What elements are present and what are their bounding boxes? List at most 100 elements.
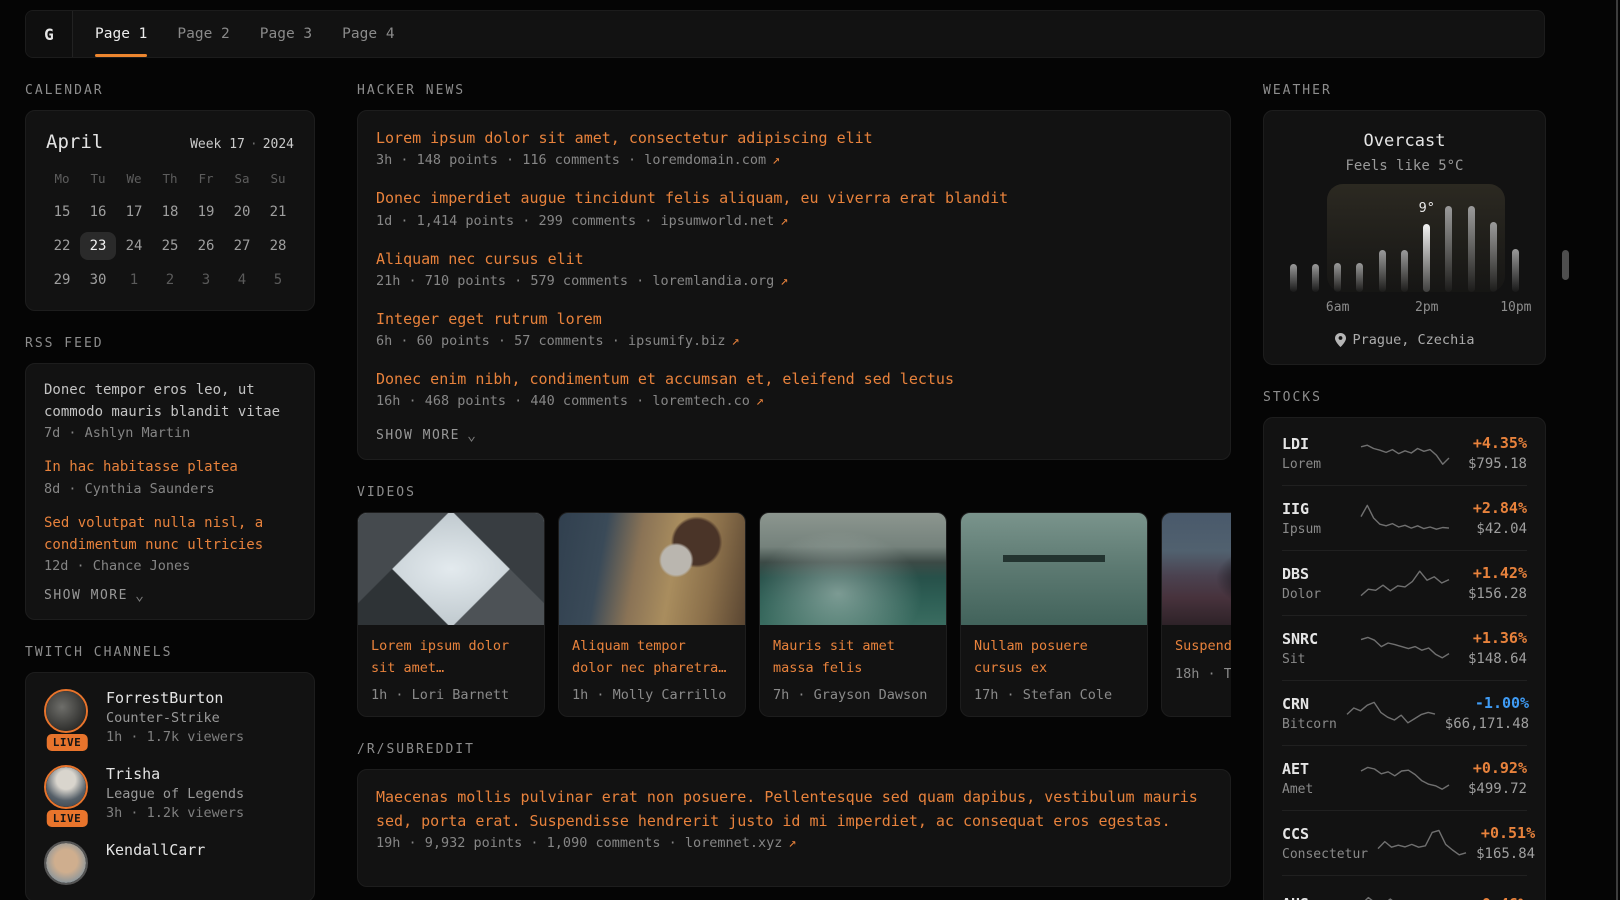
weather-chart: 9° [1282, 196, 1527, 292]
rss-item-title[interactable]: Sed volutpat nulla nisl, a condimentum n… [44, 513, 296, 556]
stock-name: Amet [1282, 782, 1351, 797]
right-column: WEATHER Overcast Feels like 5°C 9° 6am2p… [1263, 58, 1546, 900]
rss-item-title[interactable]: In hac habitasse platea [44, 457, 296, 479]
video-card[interactable]: Lorem ipsum dolor sit amet consectetu…1h… [357, 512, 545, 717]
hackernews-show-more-button[interactable]: SHOW MORE ⌄ [376, 428, 1212, 443]
stock-left: IIGIpsum [1282, 500, 1351, 537]
stock-left: DBSDolor [1282, 565, 1351, 602]
live-badge: LIVE [47, 734, 88, 751]
avatar[interactable] [44, 765, 88, 809]
video-title[interactable]: Lorem ipsum dolor sit amet consectetu… [371, 636, 531, 679]
weather-bar-cell: 9° [1416, 224, 1438, 292]
app-logo: G [26, 11, 73, 57]
twitch-channel-name[interactable]: ForrestBurton [106, 689, 244, 707]
twitch-channel-name[interactable]: Trisha [106, 765, 244, 783]
stock-price: $66,171.48 [1445, 716, 1529, 732]
rss-show-more-button[interactable]: SHOW MORE ⌄ [44, 588, 296, 603]
weather-bar [1401, 250, 1408, 292]
stock-row-iig[interactable]: IIGIpsum+2.84%$42.04 [1282, 485, 1527, 550]
video-meta: 18h · Tara [1175, 666, 1231, 682]
avatar-image [46, 767, 86, 807]
video-title[interactable]: Aliquam tempor dolor nec pharetra… [572, 636, 732, 679]
stock-change: +4.35% [1459, 434, 1528, 452]
hackernews-widget: Lorem ipsum dolor sit amet, consectetur … [357, 110, 1231, 460]
post-item: Lorem ipsum dolor sit amet, consectetur … [376, 127, 1212, 168]
tab-page-2[interactable]: Page 2 [177, 11, 229, 57]
video-card[interactable]: Nullam posuere cursus ex17h · Stefan Col… [960, 512, 1148, 717]
post-title-link[interactable]: Maecenas mollis pulvinar erat non posuer… [376, 786, 1212, 833]
tab-page-3[interactable]: Page 3 [260, 11, 312, 57]
twitch-channel-name[interactable]: KendallCarr [106, 841, 205, 859]
video-card[interactable]: Suspendisse diam 18h · Tara [1161, 512, 1231, 717]
twitch-channel-row[interactable]: LIVETrishaLeague of Legends3h · 1.2k vie… [44, 765, 296, 821]
stock-row-aet[interactable]: AETAmet+0.92%$499.72 [1282, 745, 1527, 810]
video-thumbnail-field [1162, 513, 1231, 625]
post-title-link[interactable]: Integer eget rutrum lorem [376, 308, 1212, 331]
post-title-link[interactable]: Lorem ipsum dolor sit amet, consectetur … [376, 127, 1212, 150]
calendar-day: 2 [152, 266, 188, 294]
weather-bar [1512, 249, 1519, 292]
weather-location: Prague, Czechia [1353, 332, 1475, 348]
video-title[interactable]: Suspendisse diam [1175, 636, 1231, 658]
tab-page-1[interactable]: Page 1 [95, 11, 147, 57]
stock-sparkline [1359, 566, 1451, 600]
twitch-widget: LIVEForrestBurtonCounter-Strike1h · 1.7k… [25, 672, 315, 900]
rss-section-header: RSS FEED [25, 336, 315, 351]
twitch-channel-row[interactable]: LIVEForrestBurtonCounter-Strike1h · 1.7k… [44, 689, 296, 745]
weather-bar [1334, 263, 1341, 292]
calendar-day: 1 [116, 266, 152, 294]
video-card[interactable]: Aliquam tempor dolor nec pharetra…1h · M… [558, 512, 746, 717]
post-meta-text: 19h · 9,932 points · 1,090 comments · lo… [376, 835, 782, 851]
post-item: Maecenas mollis pulvinar erat non posuer… [376, 786, 1212, 851]
avatar-image [46, 691, 86, 731]
stock-sparkline [1359, 436, 1451, 470]
current-temp-label: 9° [1419, 200, 1435, 216]
avatar-image [46, 843, 86, 883]
calendar-day: 29 [44, 266, 80, 294]
stocks-section-header: STOCKS [1263, 390, 1546, 405]
scrollbar-thumb[interactable] [1562, 250, 1569, 280]
weather-bar-cell [1349, 263, 1371, 292]
weather-time-label: 2pm [1415, 300, 1438, 315]
stock-name: Bitcorn [1282, 717, 1337, 732]
weather-feels-like: Feels like 5°C [1282, 158, 1527, 174]
avatar[interactable] [44, 689, 88, 733]
weather-location-row: Prague, Czechia [1282, 332, 1527, 348]
subreddit-section-header: /R/SUBREDDIT [357, 742, 1231, 757]
scrollbar-track[interactable] [1616, 0, 1618, 900]
calendar-grid: MoTuWeThFrSaSu15161718192021222324252627… [44, 167, 296, 294]
weather-bar-cell [1327, 263, 1349, 292]
rss-item: In hac habitasse platea8d · Cynthia Saun… [44, 457, 296, 497]
post-title-link[interactable]: Donec enim nibh, condimentum et accumsan… [376, 368, 1212, 391]
twitch-channel-row[interactable]: KendallCarr [44, 841, 296, 885]
stock-left: LDILorem [1282, 435, 1351, 472]
external-link-icon: ↗ [772, 152, 780, 168]
stock-row-ccs[interactable]: CCSConsectetur+0.51%$165.84 [1282, 810, 1527, 875]
stock-row-snrc[interactable]: SNRCSit+1.36%$148.64 [1282, 615, 1527, 680]
video-title[interactable]: Nullam posuere cursus ex [974, 636, 1134, 679]
stock-name: Dolor [1282, 587, 1351, 602]
post-title-link[interactable]: Donec imperdiet augue tincidunt felis al… [376, 187, 1212, 210]
twitch-channel-game: League of Legends [106, 786, 244, 802]
weather-bar-current [1423, 224, 1430, 292]
stock-left: CRNBitcorn [1282, 695, 1337, 732]
calendar-dow: We [116, 167, 152, 192]
avatar[interactable] [44, 841, 88, 885]
stock-row-dbs[interactable]: DBSDolor+1.42%$156.28 [1282, 550, 1527, 615]
calendar-day: 16 [80, 198, 116, 226]
stock-left: CCSConsectetur [1282, 825, 1368, 862]
stock-row-ahs[interactable]: AHS+0.46% [1282, 875, 1527, 900]
post-title-link[interactable]: Aliquam nec cursus elit [376, 248, 1212, 271]
twitch-channel-meta: 1h · 1.7k viewers [106, 729, 244, 745]
calendar-month: April [46, 131, 103, 153]
video-card-body: Lorem ipsum dolor sit amet consectetu…1h… [358, 625, 544, 716]
stock-price: $42.04 [1459, 521, 1528, 537]
stock-row-ldi[interactable]: LDILorem+4.35%$795.18 [1282, 421, 1527, 485]
weather-bar-cell [1371, 250, 1393, 292]
stock-row-crn[interactable]: CRNBitcorn-1.00%$66,171.48 [1282, 680, 1527, 745]
weather-time-labels: 6am2pm10pm [1282, 300, 1527, 318]
video-title[interactable]: Mauris sit amet massa felis [773, 636, 933, 679]
tab-page-4[interactable]: Page 4 [342, 11, 394, 57]
video-card[interactable]: Mauris sit amet massa felis7h · Grayson … [759, 512, 947, 717]
rss-item-title[interactable]: Donec tempor eros leo, ut commodo mauris… [44, 380, 296, 423]
